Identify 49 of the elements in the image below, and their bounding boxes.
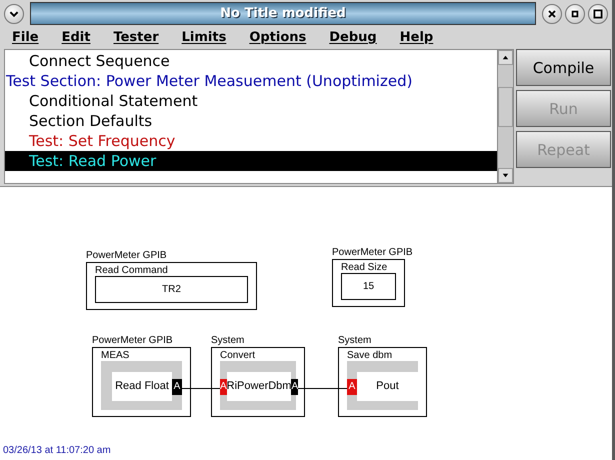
block-label: Read Float <box>112 372 172 401</box>
menu-item[interactable]: Debug <box>329 30 377 44</box>
square-icon <box>592 8 604 20</box>
node-title: Read Command <box>95 265 169 276</box>
list-item[interactable]: Test Section: Power Meter Measuement (Unoptimized) <box>5 71 497 91</box>
port-label: A <box>172 378 182 394</box>
timestamp: 03/26/13 at 11:07:20 am <box>3 445 111 456</box>
action-button: Repeat <box>516 131 611 168</box>
action-button[interactable]: Compile <box>516 49 611 86</box>
node-category: PowerMeter GPIB <box>332 246 413 259</box>
menu-item[interactable]: Help <box>400 30 434 44</box>
block-label: RiPowerDbm <box>226 372 292 401</box>
scroll-thumb[interactable] <box>498 87 513 127</box>
list-item[interactable]: Connect Sequence <box>5 51 497 71</box>
menu-item[interactable]: Edit <box>62 30 90 44</box>
port-label: A <box>347 378 357 394</box>
menu-item[interactable]: Limits <box>182 30 226 44</box>
list-item[interactable]: Conditional Statement <box>5 91 497 111</box>
node-category: PowerMeter GPIB <box>86 249 167 262</box>
down-arrow-icon <box>501 171 510 180</box>
up-arrow-icon <box>501 53 510 62</box>
node-category: PowerMeter GPIB <box>92 334 173 347</box>
port-label: A <box>220 378 227 394</box>
list-item[interactable]: Test: Read Power <box>5 151 497 171</box>
node-category: System <box>211 334 244 347</box>
window-title: No Title modified <box>30 2 536 25</box>
list-item[interactable]: Section Defaults <box>5 111 497 131</box>
scroll-down-button[interactable] <box>498 168 513 183</box>
window-menu-button[interactable] <box>4 4 24 24</box>
close-button[interactable] <box>542 4 562 24</box>
block-label: Pout <box>357 372 418 401</box>
node-category: System <box>338 334 372 347</box>
node-title: Convert <box>220 350 256 361</box>
node-title: Save dbm <box>347 350 394 361</box>
scrollbar[interactable] <box>497 50 513 183</box>
close-icon <box>546 8 558 20</box>
node-title: MEAS <box>101 350 130 361</box>
menu-item[interactable]: File <box>12 30 39 44</box>
value-field: 15 <box>341 273 396 300</box>
port-label: A <box>291 378 298 394</box>
node-title: Read Size <box>341 262 388 273</box>
list-item[interactable]: Test: Set Frequency <box>5 131 497 151</box>
menu-item[interactable]: Tester <box>113 30 159 44</box>
scroll-up-button[interactable] <box>498 50 513 65</box>
value-field: TR2 <box>95 276 248 303</box>
maximize-button[interactable] <box>588 4 608 24</box>
minimize-button[interactable] <box>565 4 585 24</box>
action-button: Run <box>516 90 611 127</box>
menu-item[interactable]: Options <box>249 30 306 44</box>
